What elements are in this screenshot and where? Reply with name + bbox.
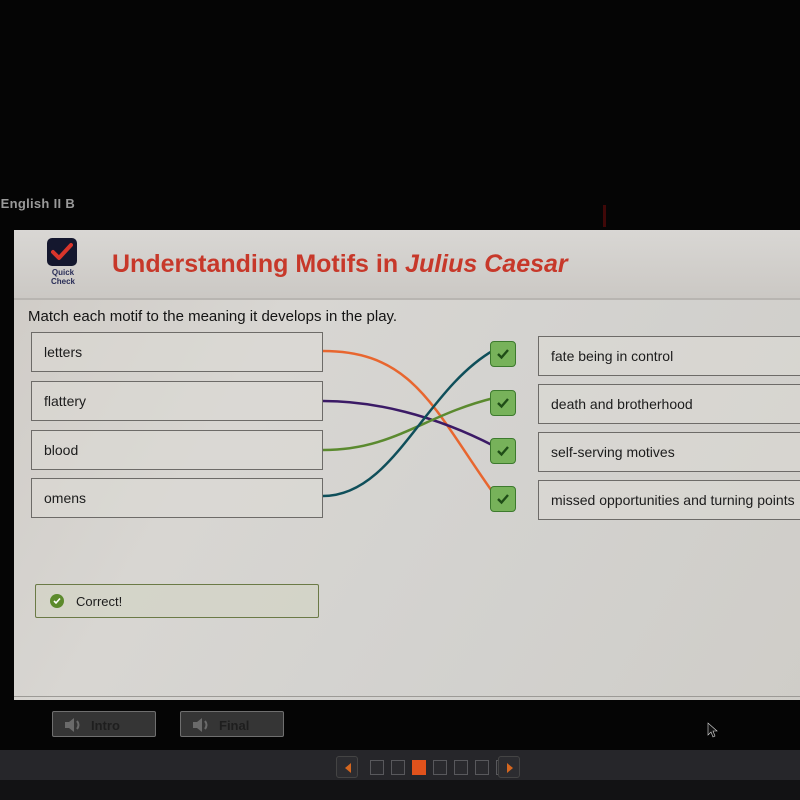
correct-check-1 — [490, 341, 516, 367]
footer-divider — [14, 696, 800, 697]
final-label: Final — [219, 718, 250, 733]
page-3[interactable] — [412, 760, 426, 775]
quick-check-panel: Quick Check Understanding Motifs in Juli… — [14, 230, 800, 737]
previous-button[interactable] — [336, 756, 358, 778]
check-icon — [497, 398, 509, 409]
correct-check-2 — [490, 390, 516, 416]
meaning-label: missed opportunities and turning points — [551, 492, 795, 508]
match-line-omens — [322, 348, 495, 498]
check-icon — [497, 446, 509, 457]
page-5[interactable] — [454, 760, 468, 775]
correct-check-3 — [490, 438, 516, 464]
page-1[interactable] — [370, 760, 384, 775]
meaning-label: death and brotherhood — [551, 396, 693, 412]
speaker-icon — [193, 718, 208, 732]
meaning-death-brotherhood[interactable]: death and brotherhood — [538, 384, 800, 424]
arrow-right-icon — [507, 763, 513, 773]
check-icon — [497, 349, 509, 360]
mouse-cursor-icon — [707, 722, 718, 738]
screen-bezel — [0, 780, 800, 800]
page-6[interactable] — [475, 760, 489, 775]
intro-audio-button[interactable]: Intro — [52, 711, 156, 737]
check-icon — [497, 494, 509, 505]
match-line-letters — [322, 349, 496, 495]
meaning-label: self-serving motives — [551, 444, 675, 460]
match-line-blood — [322, 396, 495, 452]
check-circle-icon — [50, 594, 64, 608]
feedback-text: Correct! — [76, 594, 123, 609]
meaning-missed-opportunities[interactable]: missed opportunities and turning points — [538, 480, 800, 520]
feedback-correct: Correct! — [35, 584, 319, 618]
meaning-label: fate being in control — [551, 348, 674, 364]
final-audio-button[interactable]: Final — [180, 711, 284, 737]
page-2[interactable] — [391, 760, 405, 775]
intro-label: Intro — [91, 718, 120, 733]
arrow-left-icon — [345, 763, 351, 773]
page-4[interactable] — [433, 760, 447, 775]
correct-check-4 — [490, 486, 516, 512]
meaning-self-serving[interactable]: self-serving motives — [538, 432, 800, 472]
screen-artifact — [603, 205, 606, 227]
speaker-icon — [65, 718, 80, 732]
course-label: -English II B — [0, 196, 76, 211]
meaning-fate[interactable]: fate being in control — [538, 336, 800, 376]
next-button[interactable] — [498, 756, 520, 778]
